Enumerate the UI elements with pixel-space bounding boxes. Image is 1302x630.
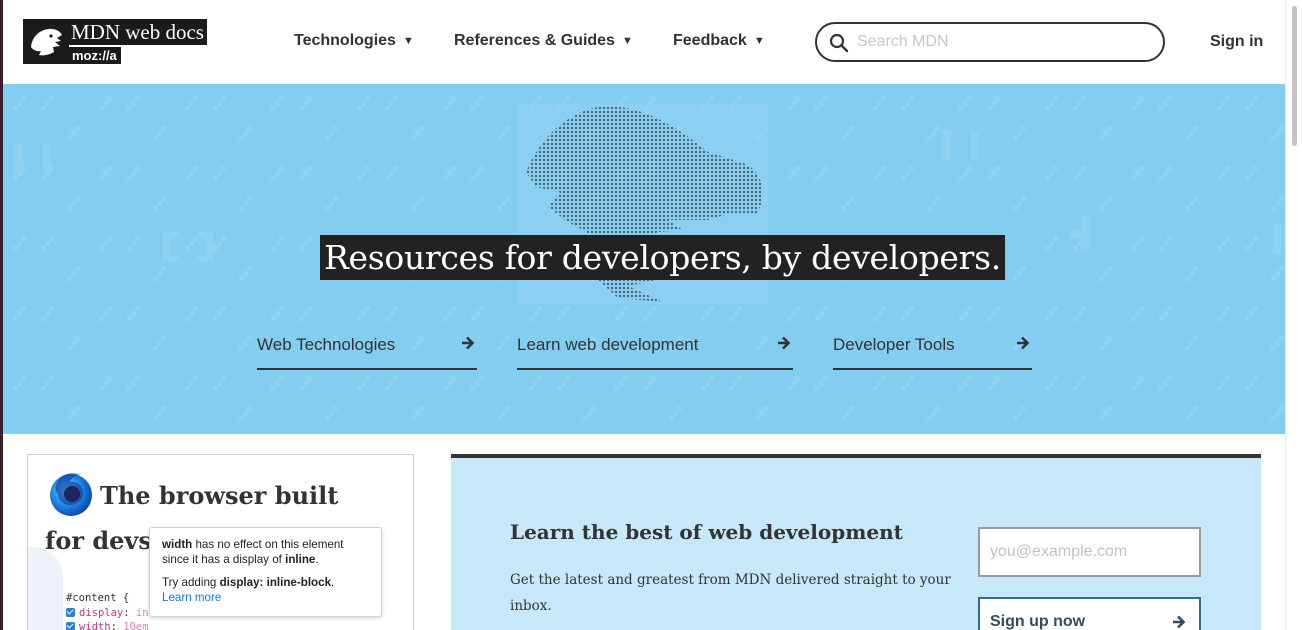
site-header: MDN web docs moz://a Technologies ▼ Refer… <box>3 0 1285 84</box>
email-field[interactable] <box>978 527 1201 577</box>
scrollbar-thumb[interactable] <box>1292 6 1297 146</box>
learn-more-link[interactable]: Learn more <box>162 590 369 605</box>
sign-up-label: Sign up now <box>990 613 1086 630</box>
arrow-right-icon <box>778 336 791 350</box>
mdn-dino-logo-icon <box>23 19 69 64</box>
hero-link-web-technologies[interactable]: Web Technologies <box>257 334 477 370</box>
tooltip-text: Try adding <box>162 576 220 589</box>
logo-title: MDN web docs <box>69 19 207 45</box>
nav-references-guides[interactable]: References & Guides ▼ <box>454 32 633 50</box>
hero-link-learn-web-development[interactable]: Learn web development <box>517 334 793 370</box>
code-snippet: #content { display: inl width: 10em <box>66 591 155 630</box>
code-property: width <box>79 621 111 630</box>
hero-link-developer-tools[interactable]: Developer Tools <box>833 334 1032 370</box>
nav-label: References & Guides <box>454 32 615 49</box>
tooltip-strong: display: inline-block <box>219 576 332 589</box>
arrow-right-icon <box>1173 615 1186 629</box>
hero-link-label: Developer Tools <box>833 335 955 354</box>
nav-technologies[interactable]: Technologies ▼ <box>294 32 414 50</box>
caret-down-icon: ▼ <box>621 35 633 47</box>
code-property: display <box>79 606 124 619</box>
checkbox-icon <box>66 607 75 617</box>
search-input[interactable] <box>857 31 1147 53</box>
code-line: width: 10em <box>66 620 155 630</box>
tooltip-strong: width <box>162 538 193 551</box>
tooltip-text: . <box>331 576 335 589</box>
newsletter-description: Get the latest and greatest from MDN del… <box>510 572 951 614</box>
arrow-right-icon <box>462 336 475 350</box>
tooltip-suggestion: Try adding display: inline-block. <box>162 575 369 590</box>
nav-feedback[interactable]: Feedback ▼ <box>673 32 765 50</box>
sign-in-link[interactable]: Sign in <box>1210 33 1263 51</box>
logo-org: moz://a <box>69 47 121 64</box>
newsletter-title: Learn the best of web development <box>510 520 903 544</box>
nav-label: Technologies <box>294 32 396 49</box>
arrow-right-icon <box>1017 336 1030 350</box>
devtools-tooltip: width has no effect on this element sinc… <box>149 527 382 617</box>
code-value: 10em <box>123 621 149 630</box>
hero-link-label: Learn web development <box>517 335 699 354</box>
mdn-logo[interactable]: MDN web docs moz://a <box>23 19 223 64</box>
caret-down-icon: ▼ <box>402 35 414 47</box>
caret-down-icon: ▼ <box>753 35 765 47</box>
newsletter-signup: Learn the best of web development Get th… <box>451 454 1261 630</box>
tooltip-strong: inline <box>285 553 316 566</box>
search-icon <box>829 33 849 53</box>
page-scrollbar[interactable] <box>1285 0 1302 630</box>
hero-link-label: Web Technologies <box>257 335 396 354</box>
hero-banner: Resources for developers, by developers.… <box>3 84 1285 434</box>
tooltip-message: width has no effect on this element sinc… <box>162 537 369 567</box>
hero-title: Resources for developers, by developers. <box>320 235 1005 280</box>
code-line: display: inl <box>66 606 155 621</box>
search-box[interactable] <box>815 22 1165 62</box>
nav-label: Feedback <box>673 32 747 49</box>
firefox-promo-card[interactable]: The browser built for devs #content { di… <box>27 454 414 630</box>
sign-up-button[interactable]: Sign up now <box>978 597 1201 630</box>
tooltip-text: . <box>315 553 319 566</box>
code-selector: #content { <box>66 592 130 604</box>
checkbox-icon <box>66 622 75 630</box>
